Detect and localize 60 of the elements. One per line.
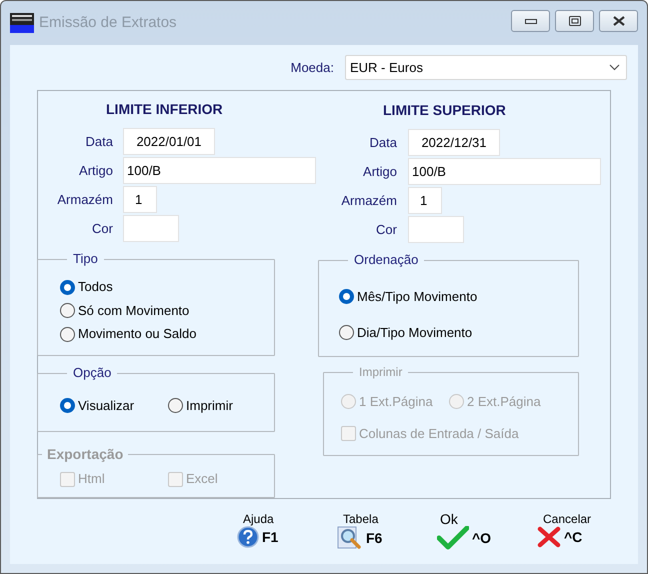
minimize-button[interactable]	[511, 10, 550, 32]
currency-label: Moeda:	[290, 58, 334, 77]
group-title: Ordenação	[348, 252, 424, 268]
input-field[interactable]: 1	[123, 186, 157, 214]
close-icon	[612, 16, 624, 26]
input-field[interactable]: 1	[408, 187, 442, 214]
currency-dropdown[interactable]: EUR - Euros	[345, 55, 627, 80]
field-label: Armazém	[56, 191, 113, 210]
option-label: 2 Ext.Página	[467, 393, 541, 411]
option-label: Html	[78, 470, 105, 488]
option-label: Excel	[186, 470, 218, 488]
input-field[interactable]: 100/B	[408, 158, 601, 185]
maximize-button[interactable]	[555, 10, 594, 32]
radio-button[interactable]	[60, 326, 75, 342]
option-label: Imprimir	[186, 397, 233, 416]
input-field[interactable]: 2022/12/31	[408, 129, 500, 156]
option-label: Movimento ou Saldo	[78, 325, 197, 344]
field-label: Cor	[375, 220, 397, 239]
help-button[interactable]: Ajuda F1	[237, 513, 337, 550]
cancel-button[interactable]: Cancelar ^C	[537, 513, 637, 550]
radio-button[interactable]	[60, 303, 75, 318]
option-label: Dia/Tipo Movimento	[357, 324, 472, 342]
option-label: Visualizar	[78, 397, 134, 416]
radio-button[interactable]	[339, 289, 354, 304]
option-label: Só com Movimento	[78, 302, 190, 320]
field-label: Artigo	[78, 162, 113, 180]
input-field[interactable]	[123, 215, 179, 242]
magnifier-icon	[337, 526, 363, 550]
radio-button[interactable]	[168, 398, 183, 414]
radio-button[interactable]	[60, 398, 75, 414]
group-title: Tipo	[67, 251, 104, 268]
field-label: Data	[84, 133, 113, 152]
field-label: Armazém	[340, 192, 397, 210]
option-label: 1 Ext.Página	[359, 393, 433, 411]
ok-button[interactable]: Ok ^O	[437, 513, 537, 550]
minimize-icon	[524, 18, 536, 24]
section-heading: LIMITE INFERIOR	[106, 100, 223, 120]
radio-button[interactable]	[60, 280, 75, 295]
field-label: Cor	[91, 220, 113, 238]
option-label: Mês/Tipo Movimento	[357, 288, 478, 306]
radio-button[interactable]	[339, 324, 354, 340]
checkmark-icon	[437, 526, 469, 550]
option-label: Todos	[78, 278, 113, 296]
cross-icon	[537, 526, 561, 548]
maximize-icon	[568, 16, 580, 26]
close-button[interactable]	[599, 10, 638, 32]
section-heading: LIMITE SUPERIOR	[383, 101, 506, 120]
input-field[interactable]: 2022/01/01	[123, 128, 215, 156]
input-field[interactable]: 100/B	[123, 157, 316, 184]
field-label: Data	[368, 134, 397, 152]
option-label: Colunas de Entrada / Saída	[359, 424, 519, 442]
field-label: Artigo	[362, 162, 397, 181]
group-title: Opção	[67, 365, 118, 382]
table-button[interactable]: Tabela F6	[337, 513, 437, 550]
window-title: Emissão de Extratos	[39, 12, 177, 33]
question-mark-icon	[237, 526, 259, 548]
input-field[interactable]	[408, 216, 464, 243]
app-logo-icon	[10, 13, 34, 33]
chevron-down-icon	[609, 64, 620, 71]
group-title: Imprimir	[353, 364, 408, 380]
